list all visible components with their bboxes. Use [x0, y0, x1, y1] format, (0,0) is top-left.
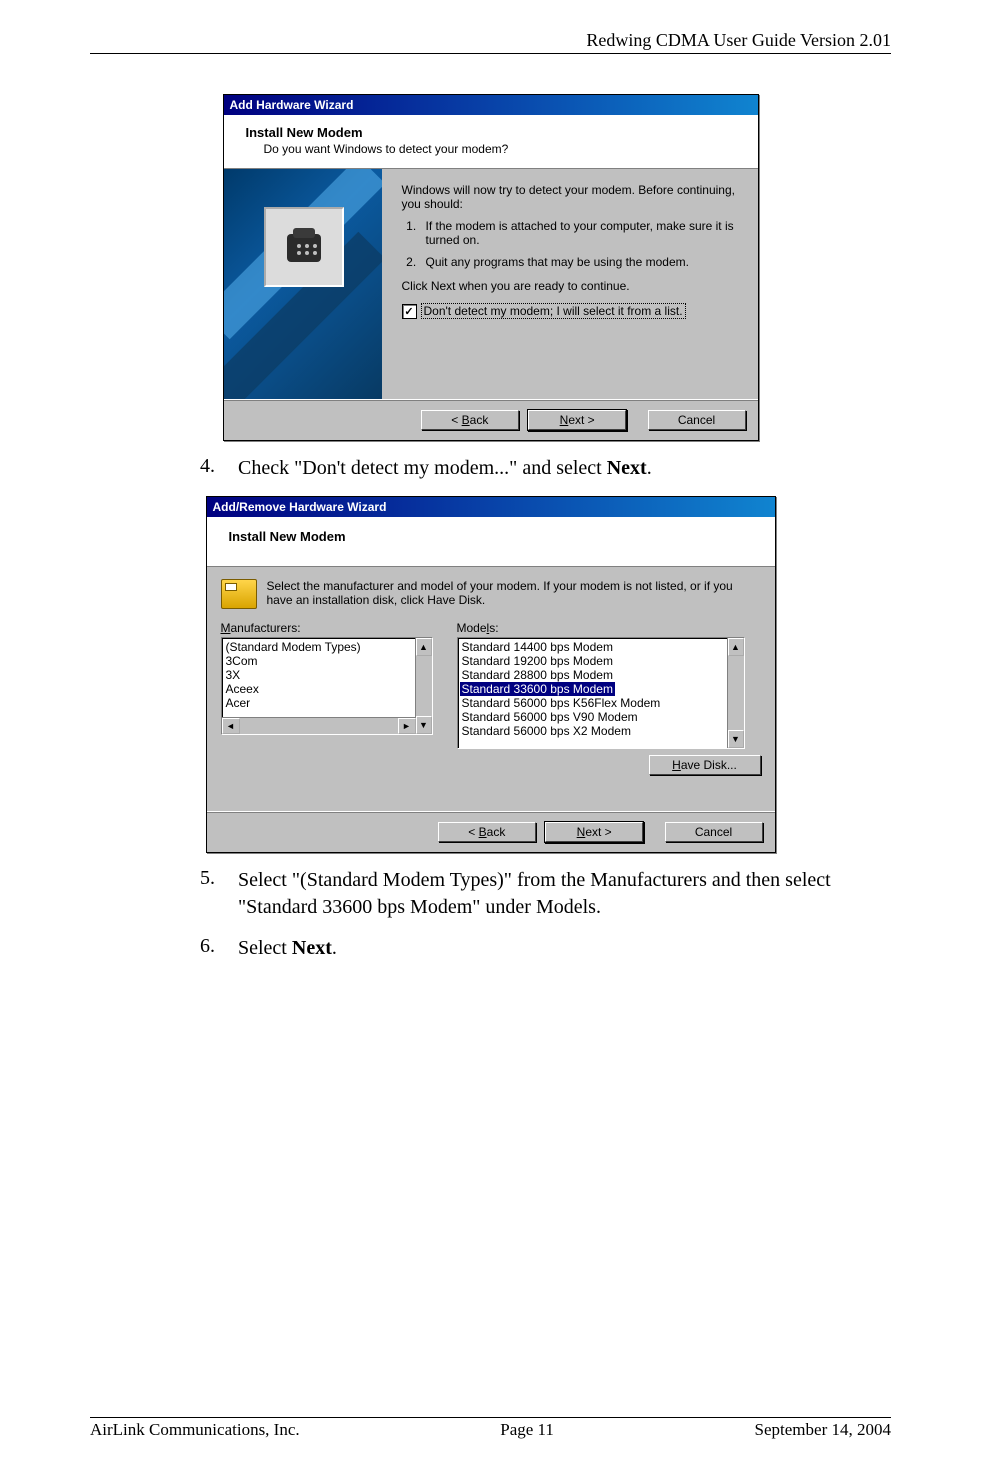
next-button[interactable]: Next > [528, 410, 626, 430]
scroll-left-icon[interactable]: ◄ [222, 718, 240, 734]
list-item[interactable]: Standard 56000 bps X2 Modem [460, 724, 742, 738]
add-hardware-wizard-dialog: Add Hardware Wizard Install New Modem Do… [223, 94, 759, 441]
dialog-instruction-text: Select the manufacturer and model of you… [267, 579, 759, 607]
list-item[interactable]: Standard 56000 bps K56Flex Modem [460, 696, 742, 710]
scroll-down-icon[interactable]: ▼ [728, 730, 744, 748]
page-footer: AirLink Communications, Inc. Page 11 Sep… [90, 1417, 891, 1440]
list-item[interactable]: Standard 14400 bps Modem [460, 640, 742, 654]
models-listbox[interactable]: Standard 14400 bps Modem Standard 19200 … [457, 637, 745, 749]
list-item[interactable]: Acer [224, 696, 430, 710]
instruction-step-6: 6. Select Next. [200, 935, 891, 962]
list-item[interactable]: 3Com [224, 654, 430, 668]
add-remove-hardware-wizard-dialog: Add/Remove Hardware Wizard Install New M… [206, 496, 776, 853]
footer-company: AirLink Communications, Inc. [90, 1420, 300, 1440]
manufacturers-label: Manufacturers: [221, 621, 433, 635]
dialog-heading: Install New Modem [246, 125, 744, 140]
scroll-up-icon[interactable]: ▲ [728, 638, 744, 656]
scroll-down-icon[interactable]: ▼ [416, 716, 432, 734]
scrollbar-horizontal[interactable]: ◄ ► [222, 717, 416, 734]
list-item[interactable]: Standard 28800 bps Modem [460, 668, 742, 682]
wizard-sidebar-graphic [224, 169, 382, 399]
dialog-heading: Install New Modem [207, 517, 775, 567]
dialog-subheading: Do you want Windows to detect your modem… [264, 142, 744, 156]
wizard-step-2: Quit any programs that may be using the … [420, 255, 742, 269]
list-item[interactable]: Standard 56000 bps V90 Modem [460, 710, 742, 724]
phone-modem-icon [264, 207, 344, 287]
footer-page: Page 11 [500, 1420, 554, 1440]
models-label: Models: [457, 621, 745, 635]
dont-detect-checkbox[interactable]: ✓ [402, 304, 417, 319]
manufacturers-listbox[interactable]: (Standard Modem Types) 3Com 3X Aceex Ace… [221, 637, 433, 735]
wizard-continue-text: Click Next when you are ready to continu… [402, 279, 742, 293]
list-item[interactable]: (Standard Modem Types) [224, 640, 430, 654]
cancel-button[interactable]: Cancel [648, 410, 746, 430]
dialog-title: Add/Remove Hardware Wizard [207, 497, 775, 517]
wizard-intro-text: Windows will now try to detect your mode… [402, 183, 742, 211]
list-item-selected[interactable]: Standard 33600 bps Modem [460, 682, 615, 696]
dialog-title: Add Hardware Wizard [224, 95, 758, 115]
wizard-step-1: If the modem is attached to your compute… [420, 219, 742, 247]
modem-icon [221, 579, 257, 609]
scrollbar-vertical[interactable]: ▲ ▼ [727, 638, 744, 748]
back-button[interactable]: < Back [438, 822, 536, 842]
list-item[interactable]: 3X [224, 668, 430, 682]
dont-detect-label: Don't detect my modem; I will select it … [421, 303, 686, 319]
list-item[interactable]: Aceex [224, 682, 430, 696]
scrollbar-vertical[interactable]: ▲ ▼ [415, 638, 432, 734]
list-item[interactable]: Standard 19200 bps Modem [460, 654, 742, 668]
cancel-button[interactable]: Cancel [665, 822, 763, 842]
back-button[interactable]: < Back [421, 410, 519, 430]
page-header: Redwing CDMA User Guide Version 2.01 [90, 30, 891, 54]
have-disk-button[interactable]: Have Disk... [649, 755, 761, 775]
scroll-up-icon[interactable]: ▲ [416, 638, 432, 656]
scroll-right-icon[interactable]: ► [398, 718, 416, 734]
instruction-step-5: 5. Select "(Standard Modem Types)" from … [200, 867, 891, 921]
footer-date: September 14, 2004 [755, 1420, 891, 1440]
instruction-step-4: 4. Check "Don't detect my modem..." and … [200, 455, 891, 482]
next-button[interactable]: Next > [545, 822, 643, 842]
